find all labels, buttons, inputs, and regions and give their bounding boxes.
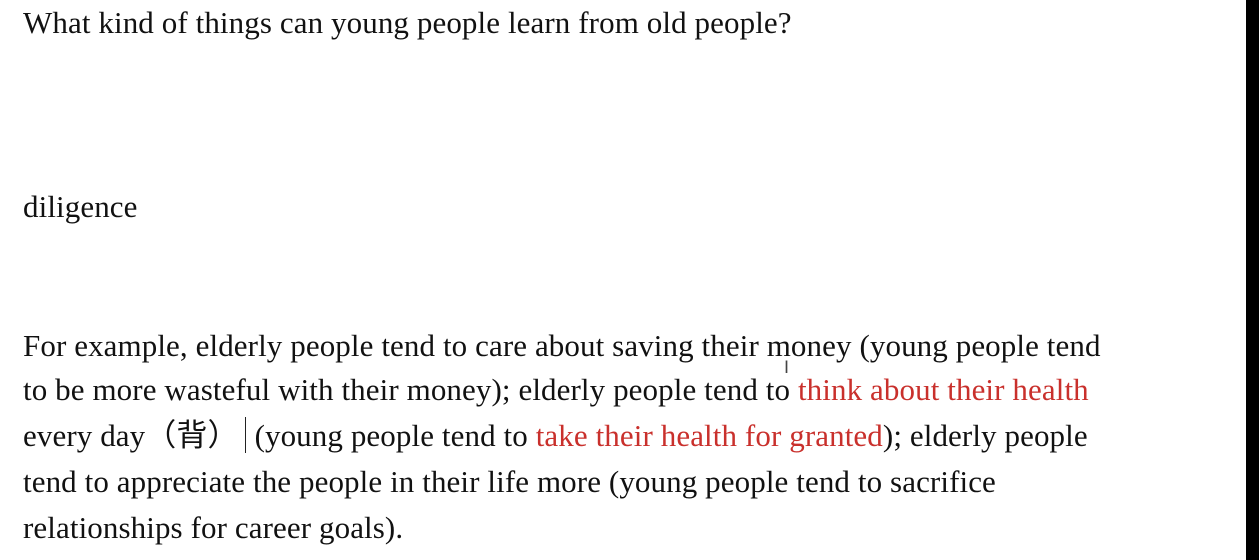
paragraph-line-3-text-c: ); elderly people	[882, 418, 1088, 453]
paragraph-line-5: relationships for career goals).	[23, 510, 404, 545]
paragraph-line-1: For example, elderly people tend to care…	[23, 328, 1101, 363]
highlight-think-about-health: think about their health	[797, 372, 1089, 407]
keyword-text: diligence	[23, 189, 138, 224]
paragraph-line-2-text: to be more wasteful with their money); e…	[23, 372, 798, 407]
paragraph-line-3-text-b: (young people tend to	[254, 418, 536, 453]
text-cursor-ibeam-icon: I	[784, 358, 790, 378]
window-edge	[1246, 0, 1259, 560]
question-heading: What kind of things can young people lea…	[23, 5, 792, 40]
highlight-take-health-for-granted: take their health for granted	[535, 418, 883, 453]
text-caret	[244, 417, 246, 453]
paragraph-line-4: tend to appreciate the people in their l…	[23, 464, 996, 499]
paragraph-line-2: to be more wasteful with their money); e…	[23, 367, 1089, 412]
paragraph-line-3-text-a: every day（背）	[23, 418, 239, 453]
paragraph-line-3: every day（背） (young people tend to take t…	[23, 413, 1088, 458]
document-page: What kind of things can young people lea…	[0, 0, 1246, 560]
